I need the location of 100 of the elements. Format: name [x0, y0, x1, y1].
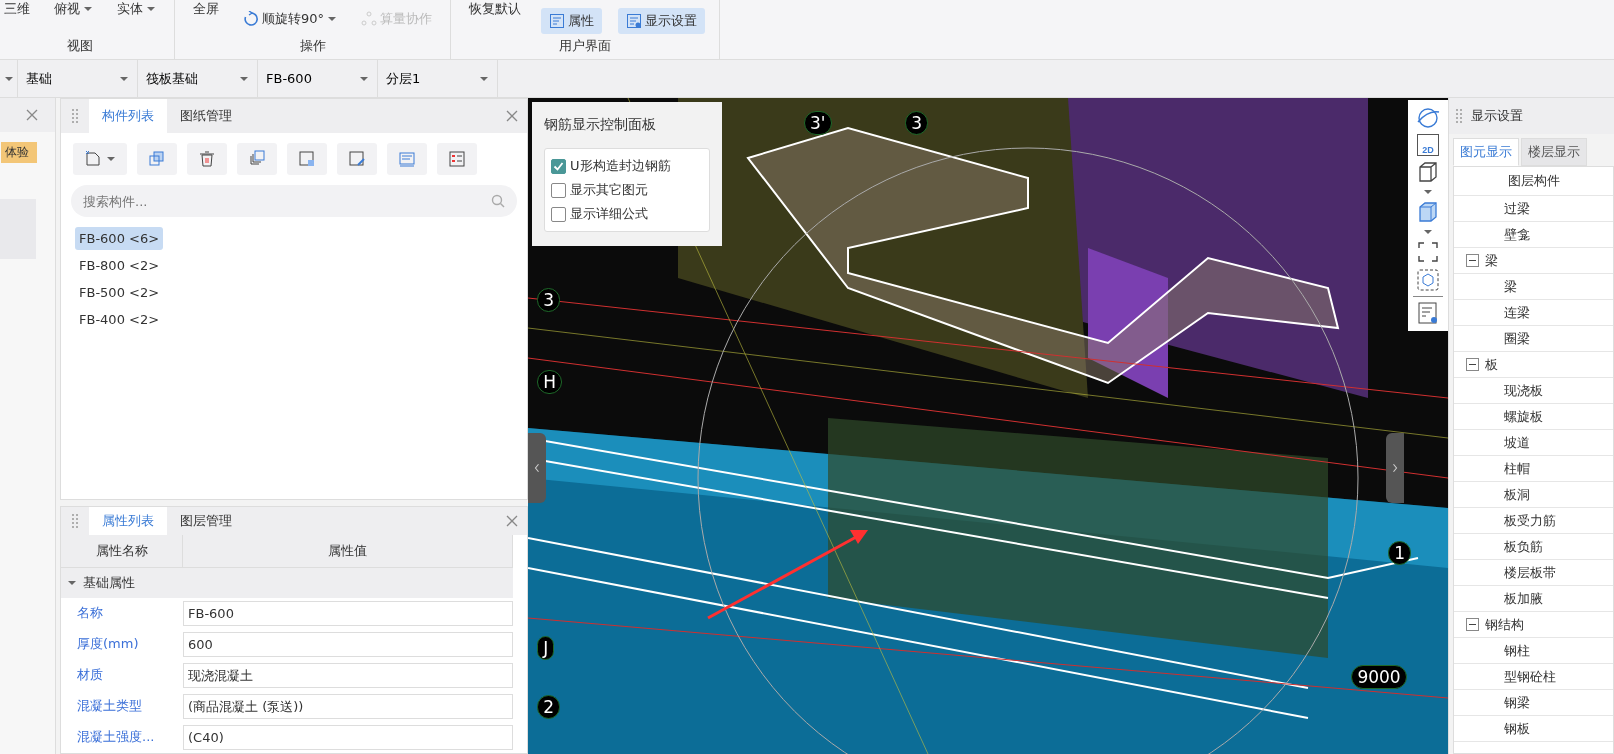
panel-tab[interactable]: 图纸管理	[167, 99, 245, 133]
view-tool-button[interactable]	[1416, 160, 1440, 184]
properties-button[interactable]: 属性	[541, 8, 603, 34]
tree-item[interactable]: 板洞	[1504, 485, 1530, 504]
tree-item[interactable]: 螺旋板	[1504, 407, 1543, 426]
cube-icon	[1416, 200, 1440, 224]
view-tool-button[interactable]	[1416, 200, 1440, 224]
view-tool-button[interactable]	[1416, 301, 1440, 325]
tree-item[interactable]: 钢结构	[1485, 615, 1524, 634]
tree-item[interactable]: 楼层板带	[1504, 563, 1556, 582]
toolbar-button[interactable]	[387, 143, 427, 175]
display-settings-button[interactable]: 显示设置	[618, 8, 706, 34]
group-label: 基础属性	[83, 574, 135, 592]
search-field[interactable]: 搜索构件...	[71, 185, 517, 217]
panel-tab[interactable]: 图元显示	[1453, 138, 1519, 166]
rotate-button[interactable]: 顺旋转90°	[239, 8, 342, 30]
axis-label: 9000	[1351, 665, 1407, 690]
list-item[interactable]: FB-400 <2>	[75, 308, 164, 331]
property-name: 混凝土强度...	[76, 728, 156, 746]
toolbar-button[interactable]	[187, 143, 227, 175]
ribbon-button[interactable]: 恢复默认	[465, 0, 526, 20]
list-eye-icon	[626, 13, 643, 29]
group-row[interactable]: 基础属性	[61, 568, 513, 598]
toolbar-button[interactable]	[137, 143, 177, 175]
tree-item[interactable]: 壁龛	[1504, 225, 1530, 244]
toolbar-button[interactable]	[337, 143, 377, 175]
checkbox[interactable]	[551, 206, 566, 222]
panel-tab[interactable]: 图层管理	[167, 507, 245, 535]
ribbon-button[interactable]: 全屏	[189, 0, 223, 20]
view-tool-button[interactable]	[1416, 106, 1440, 130]
copy-icon	[148, 150, 166, 168]
panel-title: 钢筋显示控制面板	[544, 116, 657, 134]
caret-icon	[239, 74, 249, 83]
list-item[interactable]: FB-800 <2>	[75, 254, 164, 277]
caret-icon	[67, 579, 77, 587]
document-edit-icon	[348, 150, 366, 168]
cad-viewport[interactable]: 3' 3 3 H J 2 9000 1 钢筋显示控制面板 U形构造封边钢筋 显示其它图元 显示详细公式 2D	[528, 98, 1448, 754]
tree-item[interactable]: 梁	[1485, 251, 1498, 270]
toolbar-button[interactable]	[437, 143, 477, 175]
toolbar-button[interactable]	[287, 143, 327, 175]
collapse-handle[interactable]	[1386, 433, 1404, 503]
collapse-toggle[interactable]	[1466, 618, 1479, 631]
tree-item[interactable]: 连梁	[1504, 303, 1530, 322]
checkbox-label: 显示其它图元	[570, 181, 648, 199]
tree-item[interactable]: 型钢砼柱	[1504, 667, 1556, 686]
input-field[interactable]: FB-600	[183, 601, 513, 626]
panel-tab[interactable]: 楼层显示	[1521, 138, 1587, 166]
search-icon	[491, 194, 505, 208]
column-header: 图层构件	[1454, 167, 1613, 196]
column-header: 属性名称	[61, 535, 183, 568]
toolbar-button[interactable]	[73, 143, 127, 175]
tree-item[interactable]: 过梁	[1504, 199, 1530, 218]
caret-icon	[359, 74, 369, 83]
caret-icon	[327, 15, 338, 23]
caret-icon	[83, 5, 93, 13]
drag-handle-icon	[71, 513, 79, 529]
search-input[interactable]: 搜索构件...	[83, 191, 443, 211]
tree-item[interactable]: 柱帽	[1504, 459, 1530, 478]
caret-icon[interactable]	[1423, 228, 1433, 236]
tree-item[interactable]: 钢板	[1504, 719, 1530, 738]
property-name: 材质	[76, 666, 104, 684]
drag-handle-icon	[71, 108, 79, 124]
panel-title: 显示设置	[1471, 107, 1523, 125]
caret-icon[interactable]	[1423, 188, 1433, 196]
document-icon	[298, 150, 316, 168]
ribbon-button[interactable]: 实体	[113, 0, 160, 20]
tree-item[interactable]: 板负筋	[1504, 537, 1543, 556]
checkbox[interactable]	[551, 158, 566, 174]
input-field[interactable]: 600	[183, 632, 513, 657]
tree-item[interactable]: 板	[1485, 355, 1498, 374]
input-field[interactable]: (商品混凝土 (泵送))	[183, 694, 513, 719]
caret-icon	[119, 74, 129, 83]
collapse-toggle[interactable]	[1466, 254, 1479, 267]
collapse-handle[interactable]	[528, 433, 546, 503]
panel-tab[interactable]: 构件列表	[89, 99, 167, 133]
collapse-toggle[interactable]	[1466, 358, 1479, 371]
toolbar-button[interactable]	[237, 143, 277, 175]
input-field[interactable]: 现浇混凝土	[183, 663, 513, 688]
ribbon-button[interactable]: 三维	[0, 0, 34, 20]
list-item[interactable]: FB-500 <2>	[75, 281, 164, 304]
view-tool-button[interactable]: 2D	[1417, 134, 1439, 156]
tree-item[interactable]: 圈梁	[1504, 329, 1530, 348]
tree-item[interactable]: 钢柱	[1504, 641, 1530, 660]
input-field[interactable]: (C40)	[183, 725, 513, 750]
checkbox-label: 显示详细公式	[570, 205, 648, 223]
tree-item[interactable]: 钢梁	[1504, 693, 1530, 712]
caret-icon	[3, 74, 14, 83]
tree-item[interactable]: 现浇板	[1504, 381, 1543, 400]
checkbox[interactable]	[551, 182, 566, 198]
chevron-right-icon	[1392, 462, 1398, 474]
list-item[interactable]: FB-600 <6>	[75, 227, 164, 250]
tree-item[interactable]: 坡道	[1504, 433, 1530, 452]
panel-tab[interactable]: 属性列表	[89, 507, 167, 535]
tree-item[interactable]: 板加腋	[1504, 589, 1543, 608]
ribbon-button[interactable]: 俯视	[50, 0, 97, 20]
caret-icon	[146, 5, 156, 13]
tree-item[interactable]: 板受力筋	[1504, 511, 1556, 530]
tree-item[interactable]: 梁	[1504, 277, 1517, 296]
property-name: 混凝土类型	[76, 697, 143, 715]
view-tool-button[interactable]	[1416, 240, 1440, 264]
